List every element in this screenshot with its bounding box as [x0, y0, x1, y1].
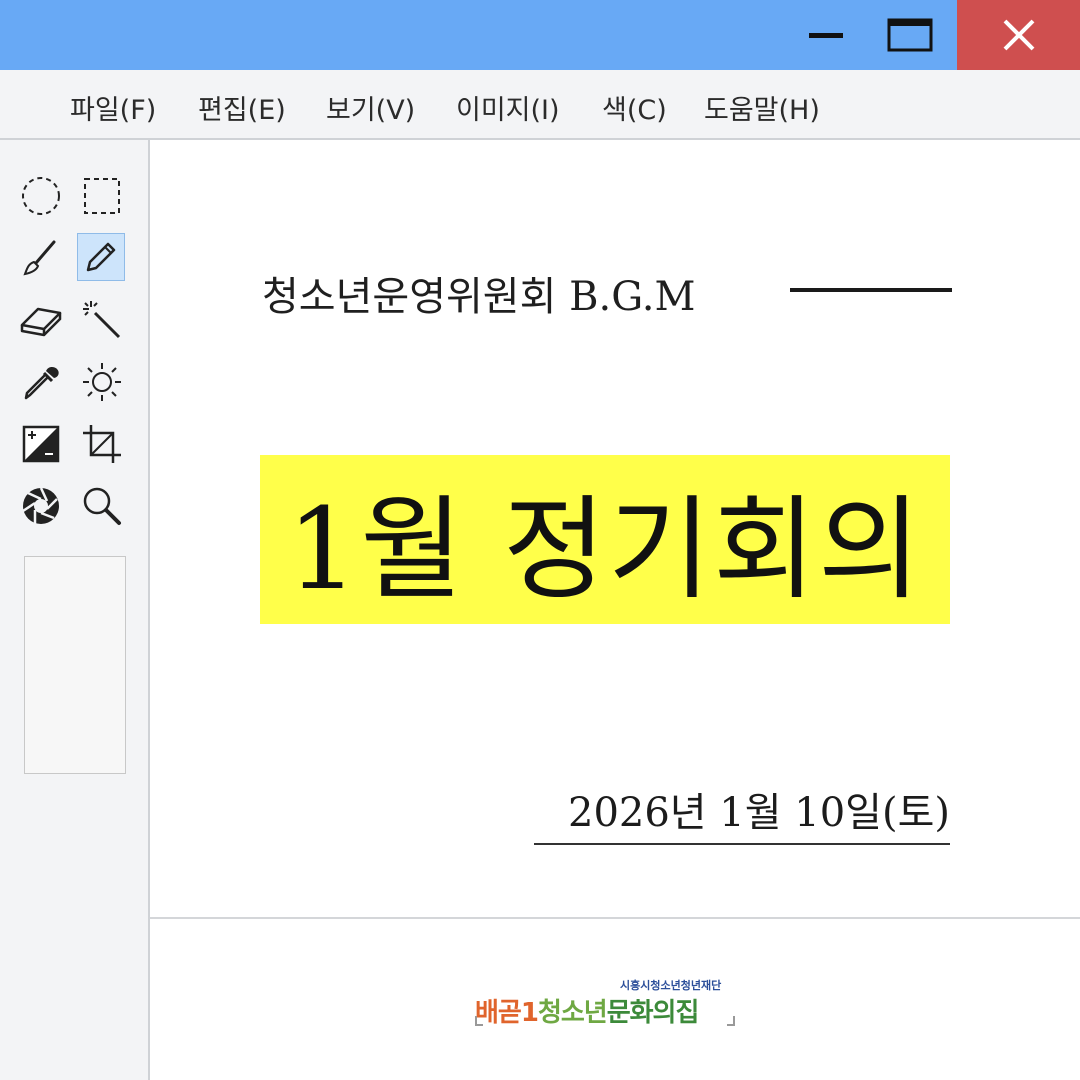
aperture-icon	[22, 487, 59, 524]
magnifier-icon	[83, 487, 121, 525]
brush-tool[interactable]	[17, 234, 65, 282]
crop-icon	[83, 425, 121, 463]
headline-text: 1월 정기회의	[286, 484, 924, 615]
maximize-icon	[887, 18, 933, 52]
logo-part-2: 청소년	[537, 998, 608, 1028]
canvas-divider	[150, 917, 1080, 919]
menu-image[interactable]: 이미지(I)	[456, 88, 560, 127]
minimize-icon	[809, 33, 843, 38]
eraser-icon	[20, 307, 62, 337]
brightness-tool[interactable]	[78, 358, 126, 406]
aperture-tool[interactable]	[17, 482, 65, 530]
menu-file[interactable]: 파일(F)	[70, 88, 156, 127]
eraser-tool[interactable]	[17, 296, 65, 344]
title-bar	[0, 0, 1080, 70]
close-icon	[1003, 19, 1034, 51]
magic-wand-tool[interactable]	[78, 296, 126, 344]
magic-wand-icon	[83, 301, 121, 339]
date-text: 2026년 1월 10일(토)	[568, 790, 950, 836]
ellipse-select-tool[interactable]	[17, 172, 65, 220]
dashed-circle-icon	[22, 177, 60, 215]
logo-part-1: 배곧1	[475, 998, 539, 1028]
date-underline	[534, 843, 950, 845]
close-button[interactable]	[957, 0, 1080, 70]
logo-part-3: 문화의집	[606, 998, 700, 1028]
sun-icon	[83, 363, 121, 401]
subtitle-rule	[790, 288, 952, 292]
rectangle-select-tool[interactable]	[78, 172, 126, 220]
menu-bar: 파일(F) 편집(E) 보기(V) 이미지(I) 색(C) 도움말(H)	[0, 70, 1080, 140]
logo-mark: 배곧1청소년문화의집	[475, 992, 700, 1029]
color-swatch-panel[interactable]	[24, 556, 126, 774]
contrast-icon	[22, 425, 60, 463]
logo-org-name: 시흥시청소년청년재단	[620, 979, 722, 992]
color-picker-tool[interactable]	[17, 358, 65, 406]
crop-tool[interactable]	[78, 420, 126, 468]
subtitle-text: 청소년운영위원회 B.G.M	[262, 274, 696, 320]
pencil-tool[interactable]	[77, 233, 125, 281]
minimize-button[interactable]	[792, 0, 862, 70]
brush-icon	[23, 240, 56, 276]
menu-help[interactable]: 도움말(H)	[704, 88, 820, 127]
contrast-tool[interactable]	[17, 420, 65, 468]
pencil-icon	[86, 242, 116, 272]
logo-bracket-right	[727, 1016, 735, 1026]
zoom-tool[interactable]	[78, 482, 126, 530]
menu-color[interactable]: 색(C)	[602, 88, 667, 127]
menu-edit[interactable]: 편집(E)	[198, 88, 286, 127]
dashed-square-icon	[84, 178, 120, 214]
tool-panel	[0, 140, 150, 1080]
drawing-canvas[interactable]: 청소년운영위원회 B.G.M 1월 정기회의 2026년 1월 10일(토) 시…	[150, 140, 1080, 1080]
maximize-button[interactable]	[872, 0, 948, 70]
menu-view[interactable]: 보기(V)	[326, 88, 415, 127]
eyedropper-icon	[24, 366, 59, 400]
logo-bracket-left	[475, 1016, 483, 1026]
